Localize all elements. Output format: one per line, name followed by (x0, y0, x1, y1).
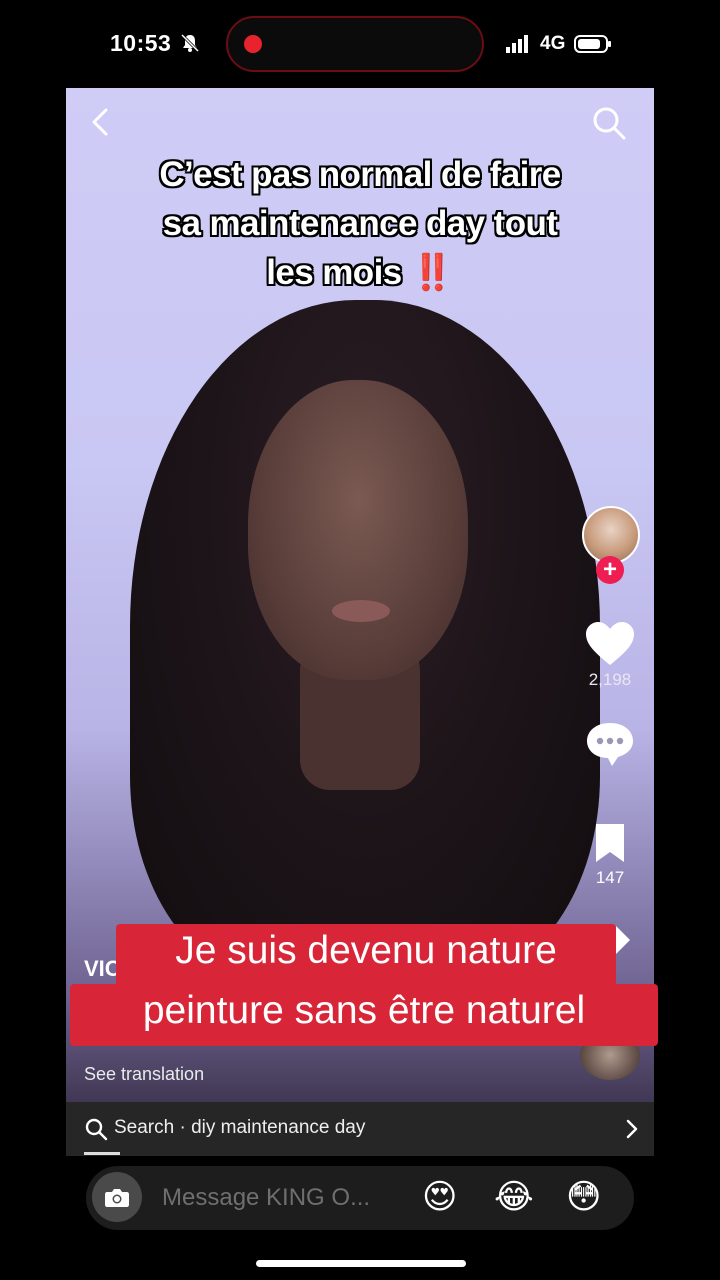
related-search-text[interactable]: Search · diy maintenance day (114, 1117, 365, 1139)
message-input[interactable]: Message KING O... (162, 1184, 370, 1212)
search-icon[interactable] (590, 104, 628, 142)
video-progress[interactable] (84, 1152, 120, 1155)
caption-line-3: les mois (266, 253, 402, 292)
like-count: 2,198 (588, 670, 632, 689)
video-subject-face (248, 380, 468, 680)
subtitle-line-1: Je suis devenu nature (175, 929, 557, 972)
video-subject-lips (332, 600, 390, 622)
heart-icon[interactable] (584, 620, 636, 668)
bookmark-icon[interactable] (592, 822, 628, 864)
chevron-right-icon[interactable] (624, 1118, 640, 1140)
follow-button[interactable]: + (596, 556, 624, 584)
comment-icon[interactable] (584, 720, 636, 768)
see-translation-link[interactable]: See translation (84, 1064, 204, 1085)
signal-icon (506, 35, 528, 53)
caption-line-3-wrap: les mois ‼️ (80, 248, 640, 297)
network-type: 4G (540, 33, 566, 54)
emoji-heart-eyes-button[interactable]: 😍 (422, 1176, 457, 1218)
dynamic-island (226, 16, 484, 72)
video-caption: C’est pas normal de faire sa maintenance… (80, 150, 640, 297)
status-time: 10:53 (110, 30, 172, 56)
search-icon (85, 1118, 108, 1141)
emoji-laughing-button[interactable]: 😂 (494, 1176, 534, 1218)
camera-icon (105, 1189, 129, 1207)
battery-icon (574, 35, 611, 53)
subtitle-line-2: peinture sans être naturel (142, 989, 586, 1032)
emoji-flushed-button[interactable]: 😳 (566, 1176, 601, 1218)
back-icon[interactable] (84, 104, 114, 140)
home-indicator[interactable] (256, 1260, 466, 1267)
caption-emoji: ‼️ (410, 253, 455, 292)
recording-indicator (244, 35, 262, 53)
mute-bell-icon (180, 33, 200, 53)
caption-line-1: C’est pas normal de faire (159, 155, 561, 194)
caption-line-2: sa maintenance day tout (162, 204, 558, 243)
save-count: 147 (595, 868, 625, 887)
